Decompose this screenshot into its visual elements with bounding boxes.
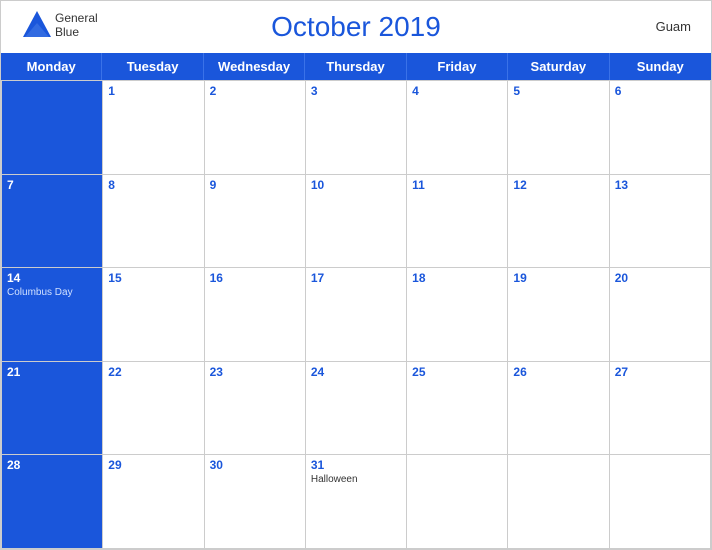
day-number: 6: [615, 84, 705, 98]
day-number: 14: [7, 271, 97, 285]
calendar: Gen Blue General Blue October 2019 Guam …: [0, 0, 712, 550]
day-cell: 5: [508, 81, 609, 175]
day-cell: 16: [205, 268, 306, 362]
day-number: 15: [108, 271, 198, 285]
day-cell: 29: [103, 455, 204, 549]
day-number: 3: [311, 84, 401, 98]
day-number: 24: [311, 365, 401, 379]
day-cell: 27: [610, 362, 711, 456]
day-cell: 15: [103, 268, 204, 362]
day-cell: 23: [205, 362, 306, 456]
day-cell: 28: [2, 455, 103, 549]
day-number: 5: [513, 84, 603, 98]
event-label: Columbus Day: [7, 287, 97, 298]
day-number: 27: [615, 365, 705, 379]
day-number: 31: [311, 458, 401, 472]
day-cell: 6: [610, 81, 711, 175]
day-number: 20: [615, 271, 705, 285]
logo-general-text: General: [55, 11, 98, 25]
logo-blue-text: Blue: [55, 25, 98, 39]
calendar-header: Gen Blue General Blue October 2019 Guam: [1, 1, 711, 53]
day-cell: 2: [205, 81, 306, 175]
month-title: October 2019: [271, 11, 441, 43]
day-cell: 4: [407, 81, 508, 175]
calendar-grid: 1234567891011121314Columbus Day151617181…: [1, 80, 711, 549]
day-number: 26: [513, 365, 603, 379]
day-cell: 24: [306, 362, 407, 456]
day-number: 30: [210, 458, 300, 472]
day-cell: 12: [508, 175, 609, 269]
day-number: 4: [412, 84, 502, 98]
header-saturday: Saturday: [508, 53, 609, 80]
day-cell: [2, 81, 103, 175]
header-thursday: Thursday: [305, 53, 406, 80]
day-cell: [508, 455, 609, 549]
day-cell: 14 Columbus Day: [2, 268, 103, 362]
day-number: 9: [210, 178, 300, 192]
day-cell: 22: [103, 362, 204, 456]
day-number: 13: [615, 178, 705, 192]
day-number: 11: [412, 178, 502, 192]
day-number: 17: [311, 271, 401, 285]
event-label: Halloween: [311, 474, 401, 485]
day-cell: 20: [610, 268, 711, 362]
day-cell: 11: [407, 175, 508, 269]
header-wednesday: Wednesday: [204, 53, 305, 80]
day-number: 21: [7, 365, 97, 379]
day-cell: [610, 455, 711, 549]
header-sunday: Sunday: [610, 53, 711, 80]
region-label: Guam: [656, 19, 691, 34]
day-cell: 31 Halloween: [306, 455, 407, 549]
day-cell: 9: [205, 175, 306, 269]
logo: Gen Blue General Blue: [21, 9, 98, 41]
day-number: 10: [311, 178, 401, 192]
day-number: 2: [210, 84, 300, 98]
day-number: 25: [412, 365, 502, 379]
day-headers: Monday Tuesday Wednesday Thursday Friday…: [1, 53, 711, 80]
day-cell: [407, 455, 508, 549]
day-number: 8: [108, 178, 198, 192]
day-cell: 1: [103, 81, 204, 175]
day-cell: 3: [306, 81, 407, 175]
day-cell: 25: [407, 362, 508, 456]
day-cell: 7: [2, 175, 103, 269]
day-number: 22: [108, 365, 198, 379]
header-friday: Friday: [407, 53, 508, 80]
day-cell: 30: [205, 455, 306, 549]
day-number: 18: [412, 271, 502, 285]
day-number: 29: [108, 458, 198, 472]
day-cell: 18: [407, 268, 508, 362]
day-cell: 21: [2, 362, 103, 456]
day-number: 1: [108, 84, 198, 98]
day-cell: 8: [103, 175, 204, 269]
day-cell: 13: [610, 175, 711, 269]
day-cell: 17: [306, 268, 407, 362]
day-number: 28: [7, 458, 97, 472]
day-number: 23: [210, 365, 300, 379]
day-number: 7: [7, 178, 97, 192]
day-cell: 19: [508, 268, 609, 362]
day-number: 19: [513, 271, 603, 285]
day-number: 16: [210, 271, 300, 285]
day-cell: 10: [306, 175, 407, 269]
header-tuesday: Tuesday: [102, 53, 203, 80]
day-cell: 26: [508, 362, 609, 456]
day-number: 12: [513, 178, 603, 192]
header-monday: Monday: [1, 53, 102, 80]
